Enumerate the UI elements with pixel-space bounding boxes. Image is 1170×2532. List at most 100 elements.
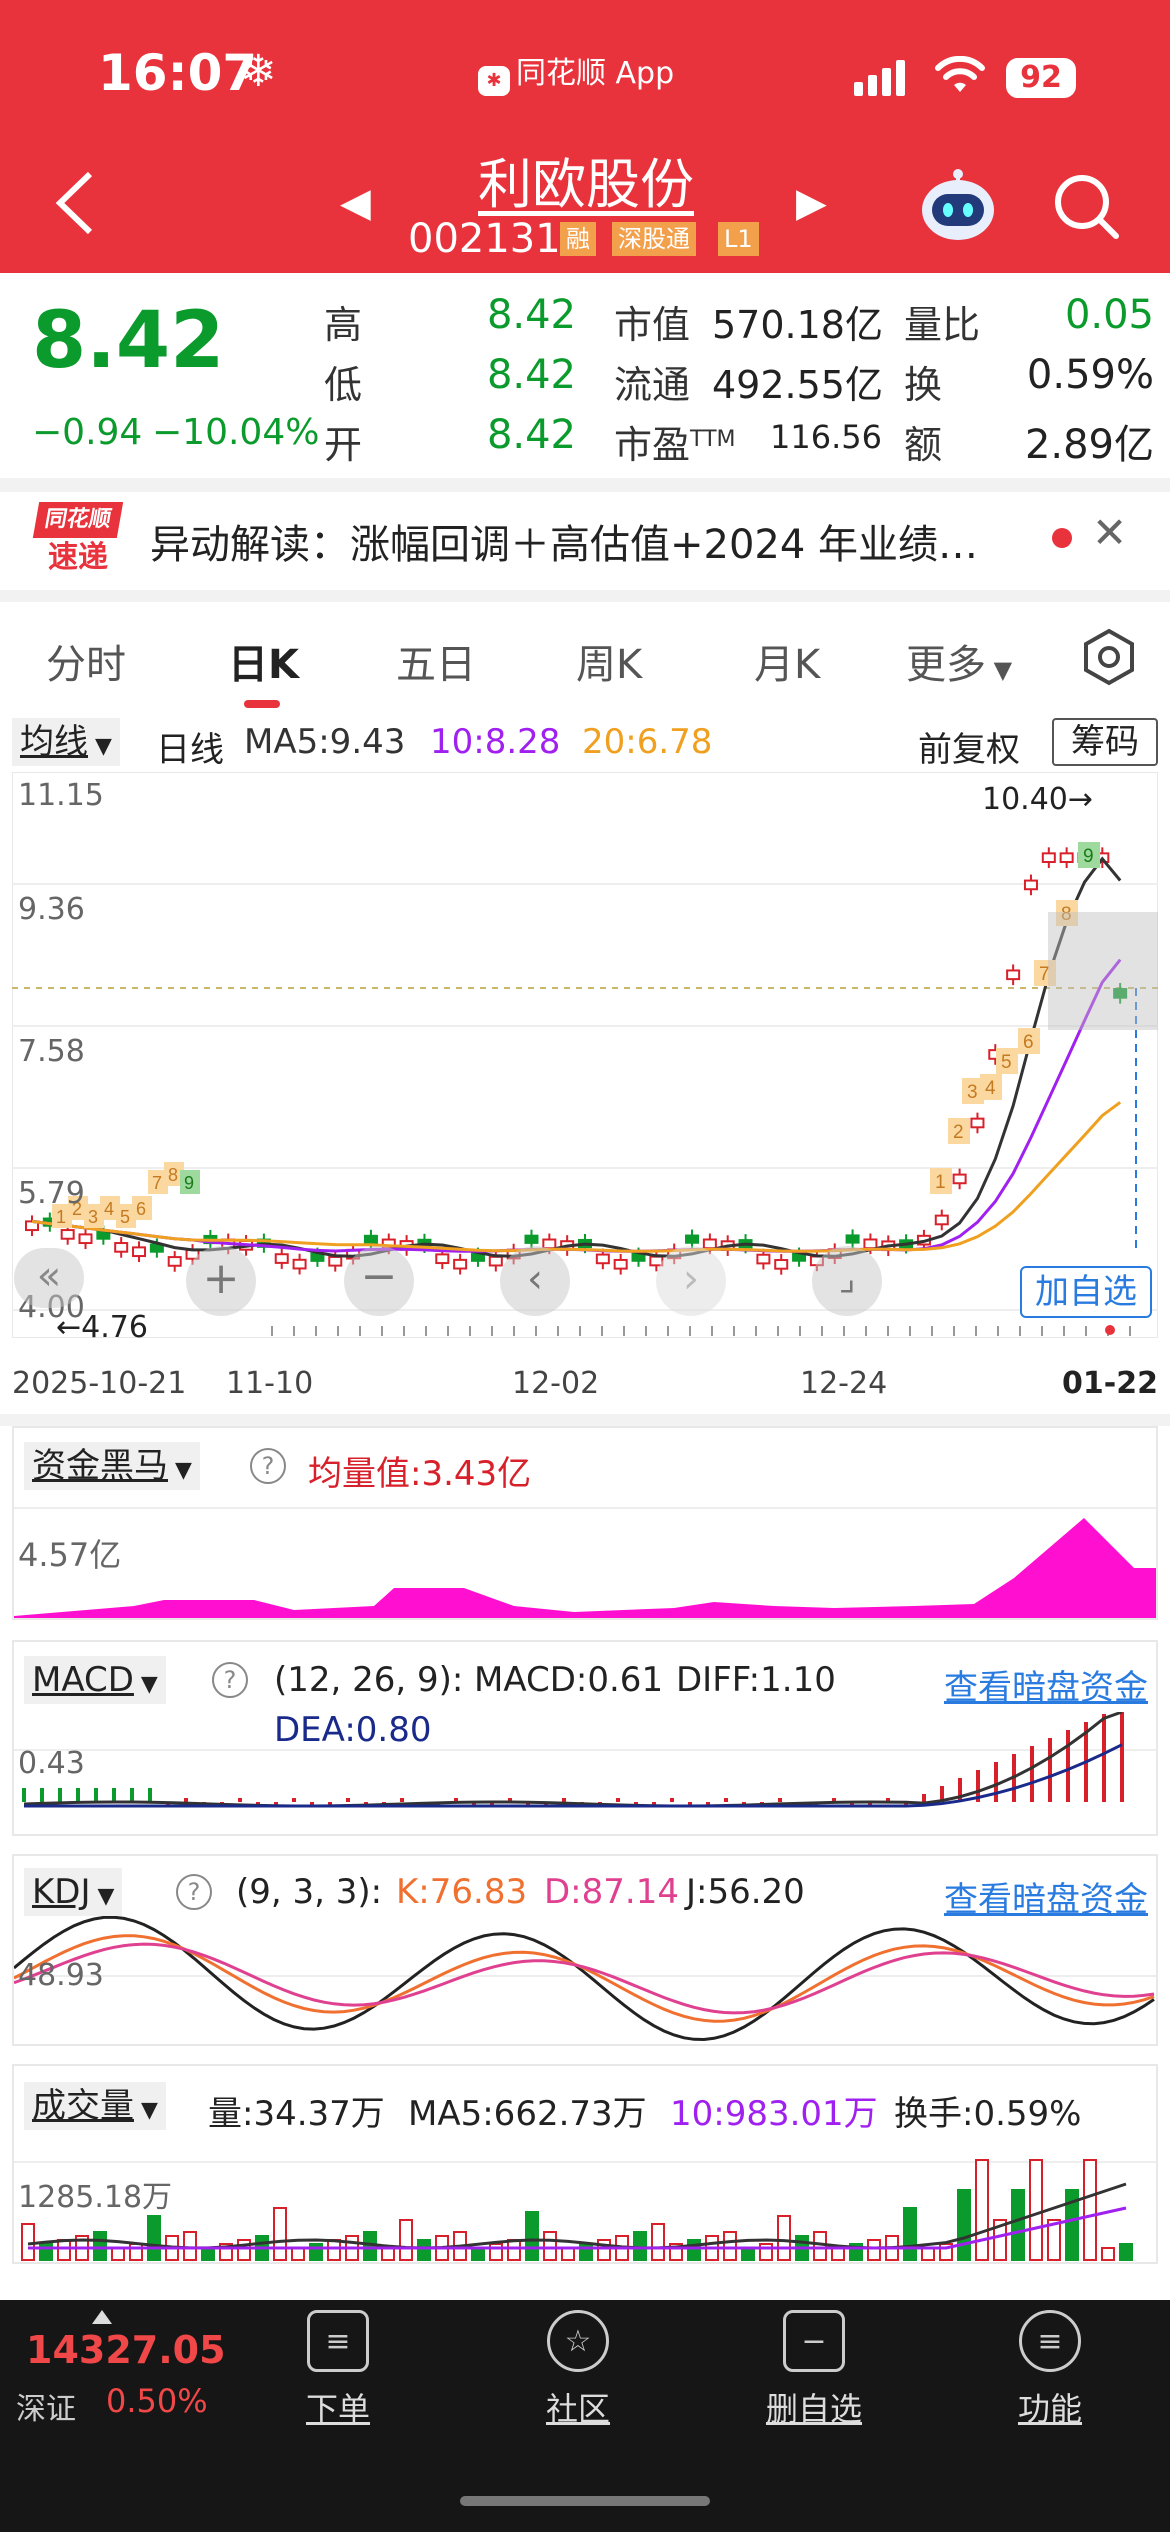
- volume-ratio-label: 量比: [904, 303, 981, 347]
- tab-intraday[interactable]: 分时: [46, 632, 126, 690]
- nine-turn-label: 4: [104, 1199, 114, 1219]
- tab-five-day[interactable]: 五日: [396, 632, 476, 690]
- volume-bar: [183, 2231, 197, 2261]
- battery-indicator: 92: [1006, 58, 1076, 98]
- max-price-label: 10.40→: [982, 782, 1094, 817]
- volume-ma10: 10:983.01万: [670, 2094, 878, 2134]
- nav-functions[interactable]: ≡ 功能: [980, 2310, 1120, 2430]
- fund-selector[interactable]: 资金黑马 ▼: [24, 1442, 200, 1490]
- stock-code: 002131: [408, 216, 561, 262]
- rewind-icon[interactable]: «: [14, 1248, 84, 1308]
- candle: [363, 1234, 378, 1245]
- volume-bar: [741, 2247, 755, 2261]
- price-band: [1048, 912, 1158, 1030]
- app-name: ✱ 同花顺 App: [478, 48, 674, 96]
- top-header: 16:07 ❄ ✱ 同花顺 App 92 ◀ 利欧股份 002131 融 深股通 …: [0, 0, 1170, 273]
- x-tick: 12-02: [512, 1366, 600, 1401]
- next-stock-icon[interactable]: ▶: [796, 180, 827, 226]
- kline-chart[interactable]: 123456789123456789: [12, 772, 1158, 1338]
- help-icon[interactable]: ?: [176, 1874, 212, 1910]
- help-icon[interactable]: ?: [250, 1448, 286, 1484]
- volume-bar: [237, 2239, 251, 2261]
- pe-value: 116.56: [770, 418, 882, 456]
- chip-distribution-button[interactable]: 筹码: [1052, 718, 1158, 766]
- prev-stock-icon[interactable]: ◀: [340, 180, 371, 226]
- dea-value: DEA:0.80: [274, 1710, 432, 1750]
- candle: [114, 1242, 129, 1253]
- news-logo: 同花顺 速递: [32, 502, 124, 578]
- remove-box-icon: −: [783, 2310, 845, 2372]
- macd-selector[interactable]: MACD ▼: [24, 1656, 166, 1704]
- star-badge-icon: ☆: [547, 2310, 609, 2372]
- nine-turn-label: 5: [120, 1207, 130, 1227]
- tab-more[interactable]: 更多 ▼: [906, 632, 1012, 690]
- nav-remove-watchlist[interactable]: − 删自选: [744, 2310, 884, 2430]
- kdj-params: (9, 3, 3):: [236, 1872, 383, 1912]
- kdj-selector[interactable]: KDJ ▼: [24, 1868, 123, 1916]
- tab-weekly-k[interactable]: 周K: [576, 632, 642, 690]
- tab-daily-k[interactable]: 日K: [228, 632, 299, 690]
- volume-bar: [291, 2247, 305, 2261]
- news-headline[interactable]: 异动解读：涨幅回调＋高估值+2024 年业绩…: [150, 512, 978, 570]
- mcap-label: 市值: [614, 303, 691, 347]
- candle: [952, 1173, 967, 1185]
- zoom-out-icon[interactable]: −: [344, 1246, 414, 1316]
- volume-bar: [1083, 2159, 1097, 2261]
- volume-bar: [273, 2207, 287, 2261]
- zoom-in-icon[interactable]: +: [186, 1246, 256, 1316]
- candle: [845, 1234, 860, 1244]
- ma-selector[interactable]: 均线 ▼: [12, 718, 120, 766]
- low-label: 低: [324, 363, 363, 407]
- divider: [0, 1414, 1170, 1426]
- high-value: 8.42: [486, 292, 576, 338]
- candle: [934, 1214, 949, 1226]
- y-tick: 5.79: [18, 1176, 85, 1211]
- candle: [488, 1255, 503, 1267]
- close-icon[interactable]: ✕: [1092, 508, 1127, 557]
- volume-bar: [957, 2189, 971, 2261]
- search-icon[interactable]: [1050, 170, 1122, 242]
- stock-name[interactable]: 利欧股份: [478, 140, 694, 219]
- candle: [1041, 852, 1056, 864]
- volume-ma5: MA5:662.73万: [408, 2094, 647, 2134]
- x-tick: 12-24: [800, 1366, 888, 1401]
- nav-order[interactable]: ≡ 下单: [268, 2310, 408, 2430]
- turnover-label: 换: [904, 363, 943, 407]
- tab-monthly-k[interactable]: 月K: [754, 632, 820, 690]
- volume-selector[interactable]: 成交量 ▼: [24, 2082, 166, 2130]
- nav-community[interactable]: ☆ 社区: [508, 2310, 648, 2430]
- scroll-left-icon[interactable]: ‹: [500, 1246, 570, 1316]
- help-icon[interactable]: ?: [212, 1662, 248, 1698]
- low-value: 8.42: [486, 352, 576, 398]
- volume-bar: [1119, 2243, 1133, 2261]
- volume-bar: [21, 2223, 35, 2261]
- volume-bar: [687, 2239, 701, 2261]
- back-arrow-icon[interactable]: [50, 168, 100, 238]
- expand-up-icon[interactable]: [92, 2310, 112, 2324]
- volume-bar: [471, 2247, 485, 2261]
- volume-bar: [129, 2243, 143, 2261]
- y-tick: 9.36: [18, 892, 85, 927]
- scroll-right-icon[interactable]: ›: [656, 1246, 726, 1316]
- open-label: 开: [324, 423, 363, 467]
- volume-bar: [723, 2231, 737, 2261]
- candle: [702, 1238, 717, 1250]
- nine-turn-label: 5: [1001, 1052, 1012, 1073]
- dark-pool-link[interactable]: 查看暗盘资金: [944, 1872, 1148, 1921]
- cellular-signal-icon: [854, 60, 905, 96]
- index-value[interactable]: 14327.05: [26, 2328, 226, 2372]
- robot-assistant-icon[interactable]: [916, 168, 1000, 244]
- volume-bar: [111, 2247, 125, 2261]
- nine-turn-label: 7: [1039, 964, 1050, 985]
- x-tick: 2025-10-21: [12, 1366, 187, 1401]
- app-logo-icon: ✱: [478, 66, 510, 96]
- volume-value: 量:34.37万: [208, 2094, 385, 2134]
- nine-turn-label: 3: [967, 1082, 978, 1103]
- nine-turn-label: 6: [1023, 1032, 1034, 1053]
- fullscreen-icon[interactable]: ⌟: [812, 1246, 882, 1316]
- dark-pool-link[interactable]: 查看暗盘资金: [944, 1660, 1148, 1709]
- settings-hexagon-icon[interactable]: [1080, 628, 1138, 686]
- add-watchlist-button[interactable]: 加自选: [1020, 1266, 1152, 1318]
- order-document-icon: ≡: [307, 2310, 369, 2372]
- adjust-mode[interactable]: 前复权: [918, 722, 1020, 771]
